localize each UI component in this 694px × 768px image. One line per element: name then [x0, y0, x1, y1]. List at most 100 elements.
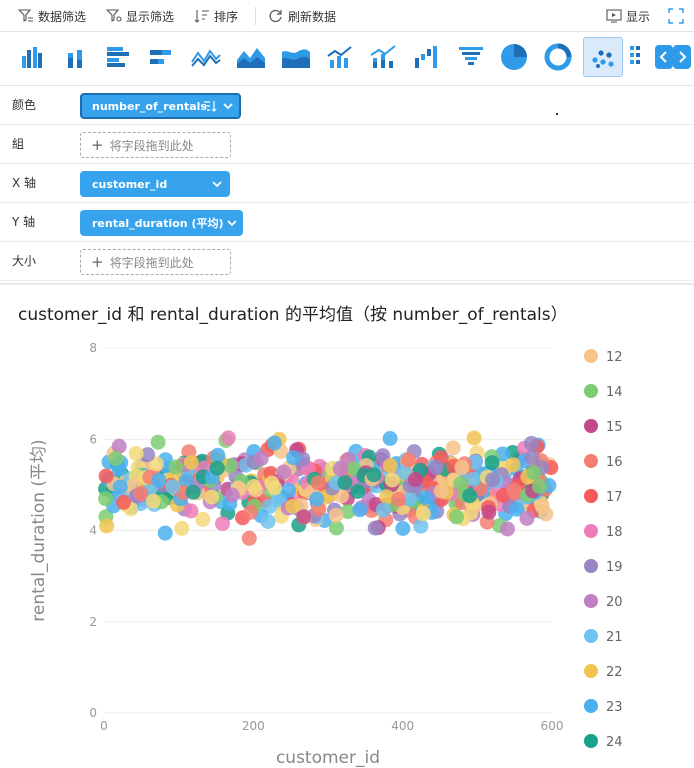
area-chart-button[interactable] — [231, 37, 271, 77]
scatter-point — [246, 479, 262, 494]
x-axis-field-value: customer_id — [92, 177, 168, 191]
scatter-point — [332, 461, 348, 477]
scatter-point — [532, 478, 547, 494]
scatter-point — [260, 514, 276, 529]
y-tick-label: 4 — [89, 524, 97, 538]
scatter-point — [337, 475, 353, 491]
scatter-point — [328, 507, 344, 523]
legend-label: 21 — [606, 630, 623, 645]
scatter-point — [116, 494, 132, 510]
horizontal-stacked-bar-chart-button[interactable] — [141, 37, 181, 77]
donut-chart-button[interactable] — [538, 37, 578, 77]
waterfall-chart-button[interactable] — [406, 37, 446, 77]
stacked-area-chart-button[interactable] — [276, 37, 316, 77]
y-axis-field-pill[interactable]: rental_duration (平均) — [80, 210, 243, 236]
scatter-point — [174, 520, 190, 536]
donut-chart-icon — [544, 43, 572, 71]
legend-marker — [584, 664, 598, 678]
refresh-label: 刷新数据 — [288, 9, 337, 24]
funnel-chart-icon — [459, 47, 483, 65]
scatter-chart-icon — [592, 50, 614, 68]
line-chart-icon — [191, 49, 221, 67]
size-drop-zone[interactable]: + 将字段拖到此处 — [80, 249, 231, 275]
legend-marker — [584, 594, 598, 608]
scatter-point — [367, 520, 383, 536]
stacked-bar-chart-icon — [68, 50, 82, 68]
y-axis-field-value: rental_duration (平均) — [92, 217, 224, 230]
data-filter-button[interactable]: 数据筛选 — [18, 0, 86, 32]
scatter-point — [453, 476, 469, 492]
scatter-point — [108, 451, 124, 466]
scatter-point — [310, 475, 326, 491]
display-button[interactable]: 显示 — [606, 0, 650, 32]
stacked-bar-chart-button[interactable] — [55, 37, 95, 77]
toolbar-divider — [255, 7, 256, 25]
stacked-area-chart-icon — [282, 49, 310, 68]
legend-marker — [584, 384, 598, 398]
color-field-label: 颜色 — [12, 98, 37, 112]
scatter-point — [209, 460, 225, 476]
color-field-pill[interactable]: number_of_rentals — [80, 93, 241, 119]
x-tick-label: 200 — [242, 719, 265, 733]
scatter-point — [183, 455, 199, 470]
area-chart-icon — [237, 48, 265, 68]
scroll-left-button[interactable] — [655, 45, 673, 69]
display-filter-button[interactable]: 显示筛选 — [106, 0, 174, 32]
scatter-point — [281, 482, 297, 498]
stacked-bar-line-combo-chart-button[interactable] — [363, 37, 403, 77]
legend-label: 18 — [606, 525, 623, 540]
filter-view-icon — [106, 9, 122, 22]
scatter-point — [151, 472, 167, 488]
scatter-point — [210, 447, 226, 463]
table-chart-button[interactable] — [626, 37, 644, 77]
grouped-bar-chart-button[interactable] — [12, 37, 52, 77]
legend-label: 15 — [606, 420, 623, 435]
scatter-point — [168, 459, 184, 475]
scatter-point — [276, 464, 292, 480]
y-tick-label: 6 — [89, 432, 97, 446]
plus-icon: + — [91, 136, 104, 154]
scatter-point — [98, 491, 114, 507]
legend-label: 22 — [606, 665, 623, 680]
scatter-point — [185, 484, 201, 500]
scatter-point — [328, 520, 344, 536]
scatter-point — [391, 491, 407, 507]
scatter-point — [133, 485, 149, 501]
scatter-point — [449, 509, 465, 525]
legend-marker — [584, 559, 598, 573]
scatter-point — [215, 516, 230, 532]
scatter-point — [128, 446, 144, 461]
scatter-point — [454, 460, 470, 475]
color-field-value: number_of_rentals — [92, 99, 207, 113]
chevron-down-icon — [212, 181, 222, 188]
scatter-point — [400, 452, 416, 468]
x-axis-label: customer_id — [276, 748, 380, 768]
scatter-point — [204, 489, 220, 505]
scatter-point — [243, 504, 259, 520]
pie-chart-button[interactable] — [494, 37, 534, 77]
scatter-point — [382, 458, 398, 474]
funnel-chart-button[interactable] — [451, 37, 491, 77]
sort-button[interactable]: 排序 — [194, 0, 238, 32]
horizontal-bar-chart-button[interactable] — [98, 37, 138, 77]
scatter-point — [485, 472, 501, 488]
legend-label: 19 — [606, 560, 623, 575]
color-field-row: 颜色 number_of_rentals — [0, 86, 694, 125]
scatter-point — [366, 467, 382, 483]
fullscreen-button[interactable] — [668, 0, 688, 32]
bar-line-combo-chart-button[interactable] — [320, 37, 360, 77]
refresh-button[interactable]: 刷新数据 — [268, 0, 336, 32]
chevron-down-icon — [223, 103, 233, 110]
scroll-right-button[interactable] — [673, 45, 691, 69]
bar-line-combo-chart-icon — [327, 46, 352, 68]
chevron-right-icon — [679, 51, 687, 63]
group-drop-placeholder: 将字段拖到此处 — [109, 138, 194, 153]
line-chart-button[interactable] — [186, 37, 226, 77]
fullscreen-icon — [668, 8, 684, 24]
x-axis-field-pill[interactable]: customer_id — [80, 171, 230, 197]
scatter-point — [384, 472, 400, 488]
y-axis-field-row: Y 轴 rental_duration (平均) — [0, 203, 694, 242]
group-drop-zone[interactable]: + 将字段拖到此处 — [80, 132, 231, 158]
scatter-point — [352, 502, 368, 518]
scatter-chart-button[interactable] — [583, 37, 623, 77]
